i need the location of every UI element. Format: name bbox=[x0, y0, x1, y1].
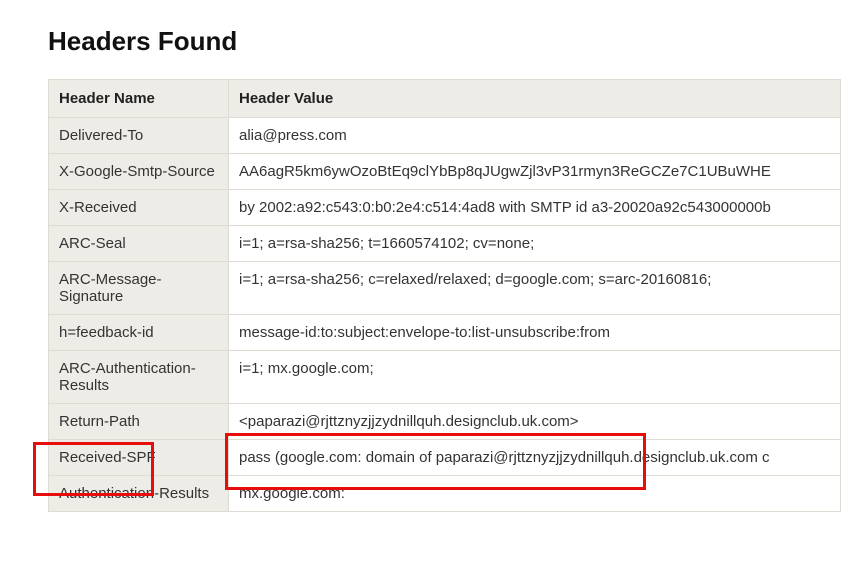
table-row: X-Google-Smtp-Source AA6agR5km6ywOzoBtEq… bbox=[49, 154, 841, 190]
header-name-cell: Authentication-Results bbox=[49, 476, 229, 512]
col-header-value: Header Value bbox=[229, 80, 841, 118]
section-title: Headers Found bbox=[48, 26, 841, 57]
header-value-cell: i=1; a=rsa-sha256; t=1660574102; cv=none… bbox=[229, 226, 841, 262]
table-row: Received-SPF pass (google.com: domain of… bbox=[49, 440, 841, 476]
header-value-cell: i=1; a=rsa-sha256; c=relaxed/relaxed; d=… bbox=[229, 262, 841, 315]
bottom-fade bbox=[0, 550, 841, 570]
header-name-cell: ARC-Authentication-Results bbox=[49, 351, 229, 404]
col-header-name: Header Name bbox=[49, 80, 229, 118]
header-value-cell: i=1; mx.google.com; bbox=[229, 351, 841, 404]
table-header-row: Header Name Header Value bbox=[49, 80, 841, 118]
header-value-cell-highlighted: <paparazi@rjttznyzjjzydnillquh.designclu… bbox=[229, 404, 841, 440]
table-row: ARC-Seal i=1; a=rsa-sha256; t=1660574102… bbox=[49, 226, 841, 262]
header-name-cell: X-Google-Smtp-Source bbox=[49, 154, 229, 190]
table-row: Return-Path <paparazi@rjttznyzjjzydnillq… bbox=[49, 404, 841, 440]
header-name-cell-highlighted: Return-Path bbox=[49, 404, 229, 440]
table-row: h=feedback-id message-id:to:subject:enve… bbox=[49, 315, 841, 351]
page-container: Headers Found Header Name Header Value D… bbox=[0, 26, 841, 512]
header-value-cell: AA6agR5km6ywOzoBtEq9clYbBp8qJUgwZjl3vP31… bbox=[229, 154, 841, 190]
header-value-cell: pass (google.com: domain of paparazi@rjt… bbox=[229, 440, 841, 476]
headers-table: Header Name Header Value Delivered-To al… bbox=[48, 79, 841, 512]
header-value-cell: by 2002:a92:c543:0:b0:2e4:c514:4ad8 with… bbox=[229, 190, 841, 226]
header-value-cell: mx.google.com: bbox=[229, 476, 841, 512]
header-name-cell: h=feedback-id bbox=[49, 315, 229, 351]
header-name-cell: X-Received bbox=[49, 190, 229, 226]
header-name-cell: Received-SPF bbox=[49, 440, 229, 476]
header-name-cell: ARC-Seal bbox=[49, 226, 229, 262]
header-name-cell: Delivered-To bbox=[49, 118, 229, 154]
table-row: X-Received by 2002:a92:c543:0:b0:2e4:c51… bbox=[49, 190, 841, 226]
header-value-cell: alia@press.com bbox=[229, 118, 841, 154]
table-row: ARC-Message-Signature i=1; a=rsa-sha256;… bbox=[49, 262, 841, 315]
table-row: ARC-Authentication-Results i=1; mx.googl… bbox=[49, 351, 841, 404]
header-value-cell: message-id:to:subject:envelope-to:list-u… bbox=[229, 315, 841, 351]
table-row: Authentication-Results mx.google.com: bbox=[49, 476, 841, 512]
table-row: Delivered-To alia@press.com bbox=[49, 118, 841, 154]
header-name-cell: ARC-Message-Signature bbox=[49, 262, 229, 315]
